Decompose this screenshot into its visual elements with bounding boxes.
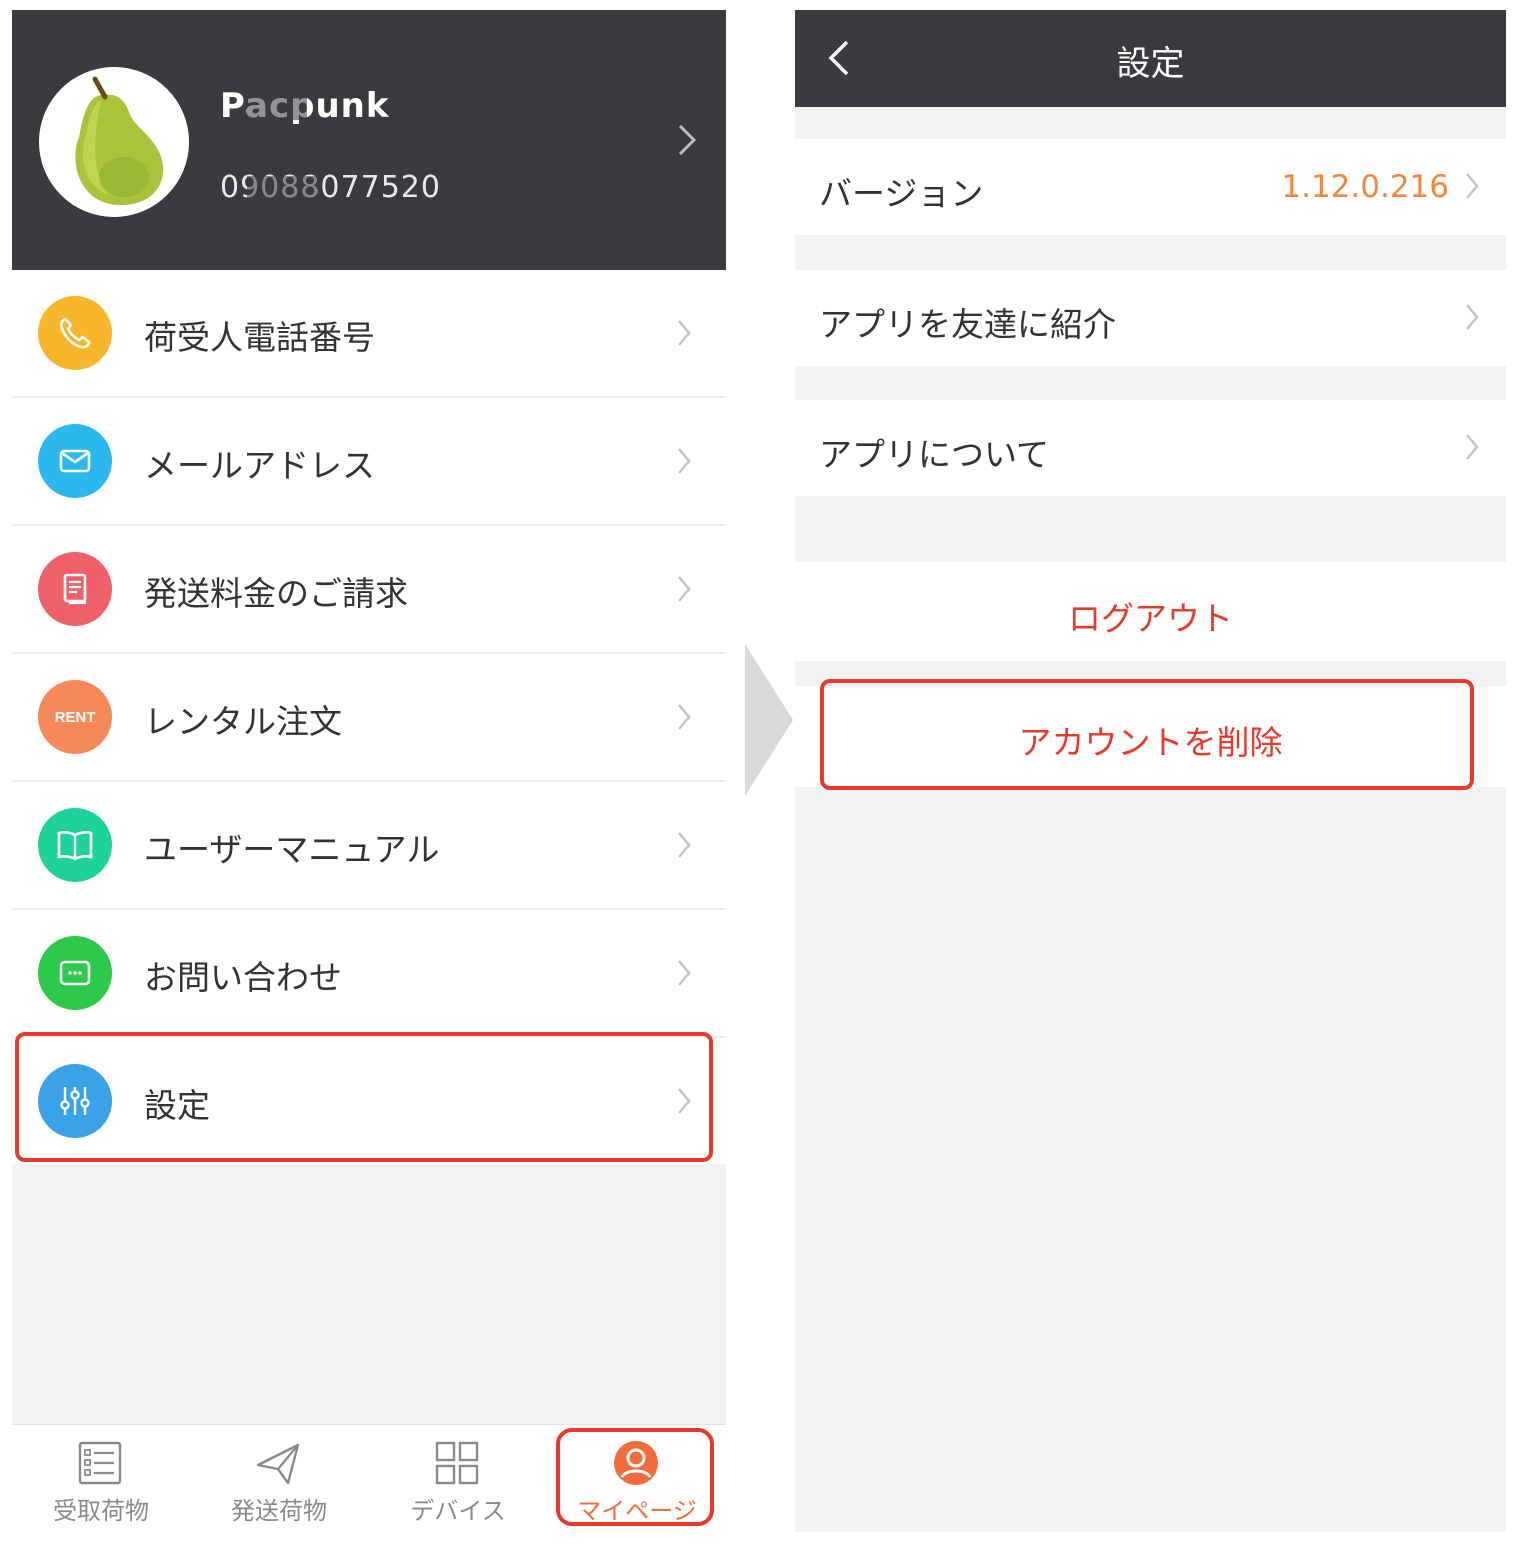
grid-icon [433,1439,481,1487]
logout-button[interactable]: ログアウト [795,562,1506,661]
chevron-right-icon [676,958,692,992]
chevron-right-icon [676,122,698,162]
delete-account-highlight-box [820,679,1474,790]
version-value: 1.12.0.216 [1281,169,1449,205]
redaction-mask [247,176,317,198]
page-title: 設定 [1116,44,1185,84]
menu-label: レンタル注文 [144,702,342,741]
step-arrow [745,644,793,800]
menu-label: メールアドレス [144,446,375,485]
tab-received[interactable]: 受取荷物 [12,1425,190,1532]
menu-label: 発送料金のご請求 [144,574,408,613]
chevron-right-icon [676,574,692,608]
settings-highlight-box [15,1032,713,1162]
chevron-right-icon [676,830,692,864]
phone-icon [38,296,112,370]
mypage-menu: 荷受人電話番号 メールアドレス 発送料金のご請求 RENT レンタル注文 ユーザ… [12,270,726,1164]
book-icon [38,808,112,882]
my-page-screen: Pacpunk 09088077520 荷受人電話番号 メールアドレス [12,10,726,1532]
chevron-right-icon [676,702,692,736]
chevron-right-icon [1464,171,1480,205]
redaction-mask [247,96,307,120]
menu-item-rental[interactable]: RENT レンタル注文 [12,654,726,782]
tab-label: 発送荷物 [231,1497,327,1525]
logout-label: ログアウト [1068,599,1233,638]
menu-item-manual[interactable]: ユーザーマニュアル [12,782,726,910]
menu-item-phone[interactable]: 荷受人電話番号 [12,270,726,398]
rent-icon: RENT [38,680,112,754]
send-icon [254,1439,302,1487]
chat-icon [38,936,112,1010]
mail-icon [38,424,112,498]
menu-label: ユーザーマニュアル [144,830,440,869]
menu-label: 荷受人電話番号 [144,318,375,357]
row-about-app[interactable]: アプリについて [795,400,1506,496]
chevron-right-icon [1464,302,1480,336]
chevron-right-icon [1464,432,1480,466]
row-share-app[interactable]: アプリを友達に紹介 [795,270,1506,366]
invoice-icon [38,552,112,626]
settings-screen: 設定 バージョン 1.12.0.216 アプリを友達に紹介 アプリについて ログ… [795,10,1506,1532]
menu-item-email[interactable]: メールアドレス [12,398,726,526]
tab-label: デバイス [410,1497,506,1525]
row-label: バージョン [819,174,984,213]
chevron-right-icon [676,318,692,352]
chevron-right-icon [676,446,692,480]
mypage-highlight-box [556,1428,714,1526]
profile-header[interactable]: Pacpunk 09088077520 [12,10,726,270]
tab-label: 受取荷物 [53,1497,149,1525]
row-version[interactable]: バージョン 1.12.0.216 [795,139,1506,235]
settings-header: 設定 [795,10,1506,107]
list-icon [76,1439,124,1487]
pear-avatar-image [39,67,189,217]
rent-icon-text: RENT [54,708,96,726]
tab-devices[interactable]: デバイス [369,1425,547,1532]
menu-label: お問い合わせ [144,958,342,997]
tab-sent[interactable]: 発送荷物 [190,1425,368,1532]
menu-item-invoice[interactable]: 発送料金のご請求 [12,526,726,654]
row-label: アプリについて [819,435,1050,474]
menu-item-contact[interactable]: お問い合わせ [12,910,726,1038]
row-label: アプリを友達に紹介 [819,305,1116,344]
avatar [39,67,189,217]
